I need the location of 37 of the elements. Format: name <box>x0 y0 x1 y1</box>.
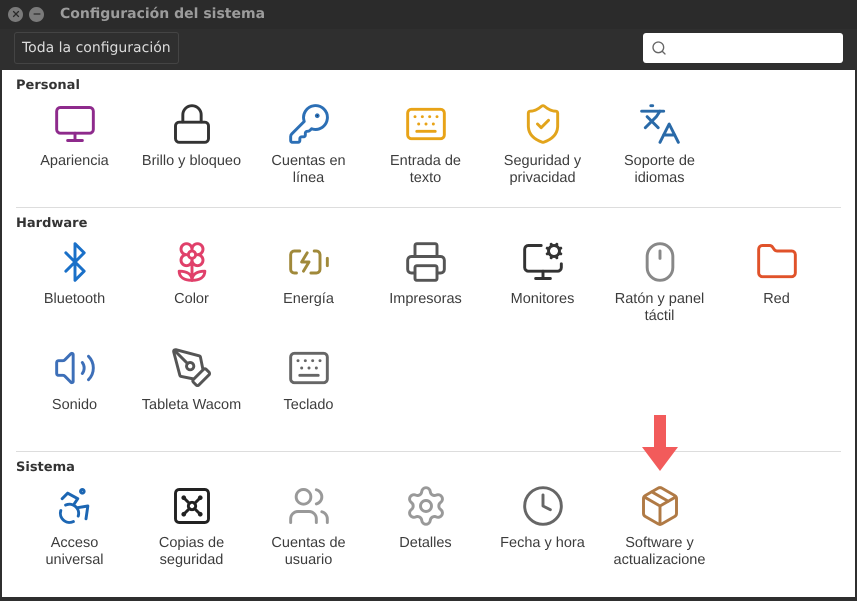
search-icon <box>651 40 667 56</box>
pen-icon[interactable] <box>170 346 214 390</box>
settings-item-label[interactable]: Cuentas en línea <box>258 153 358 187</box>
section-heading: Sistema <box>16 460 76 475</box>
search-field[interactable] <box>643 33 843 64</box>
settings-item-label[interactable]: Monitores <box>492 291 592 308</box>
section-heading: Personal <box>16 78 81 93</box>
printer-icon[interactable] <box>404 240 448 284</box>
settings-item-label[interactable]: Entrada de texto <box>376 153 476 187</box>
settings-item-label[interactable]: Teclado <box>258 397 358 414</box>
settings-item-label[interactable]: Acceso universal <box>24 535 124 569</box>
settings-item-label[interactable]: Sonido <box>24 397 124 414</box>
settings-item-label[interactable]: Brillo y bloqueo <box>142 153 242 170</box>
minimize-button[interactable] <box>29 6 44 22</box>
settings-item-label[interactable]: Soporte de idiomas <box>610 153 710 187</box>
section-heading: Hardware <box>16 216 88 231</box>
settings-item-label[interactable]: Tableta Wacom <box>142 397 242 414</box>
settings-item-label[interactable]: Detalles <box>376 535 476 552</box>
settings-item-label[interactable]: Apariencia <box>24 153 124 170</box>
window-title: Configuración del sistema <box>60 6 266 22</box>
settings-item-label[interactable]: Fecha y hora <box>492 535 592 552</box>
settings-item-label[interactable]: Copias de seguridad <box>142 535 242 569</box>
clock-icon[interactable] <box>520 484 564 528</box>
close-icon <box>10 9 20 20</box>
settings-item-label[interactable]: Ratón y panel táctil <box>610 291 710 325</box>
settings-item-label[interactable]: Software y actualizacione <box>610 535 710 569</box>
settings-item-label[interactable]: Color <box>142 291 242 308</box>
settings-item-label[interactable]: Seguridad y privacidad <box>492 153 592 187</box>
languages-icon[interactable] <box>638 102 682 146</box>
settings-item-label[interactable]: Impresoras <box>376 291 476 308</box>
settings-item-label[interactable]: Red <box>726 291 826 308</box>
all-settings-button[interactable]: Toda la configuración <box>14 32 179 64</box>
settings-item-label[interactable]: Energía <box>258 291 358 308</box>
key-icon[interactable] <box>286 102 330 146</box>
close-button[interactable] <box>8 6 23 22</box>
settings-item-label[interactable]: Cuentas de usuario <box>258 535 358 569</box>
settings-item-label[interactable]: Bluetooth <box>24 291 124 308</box>
